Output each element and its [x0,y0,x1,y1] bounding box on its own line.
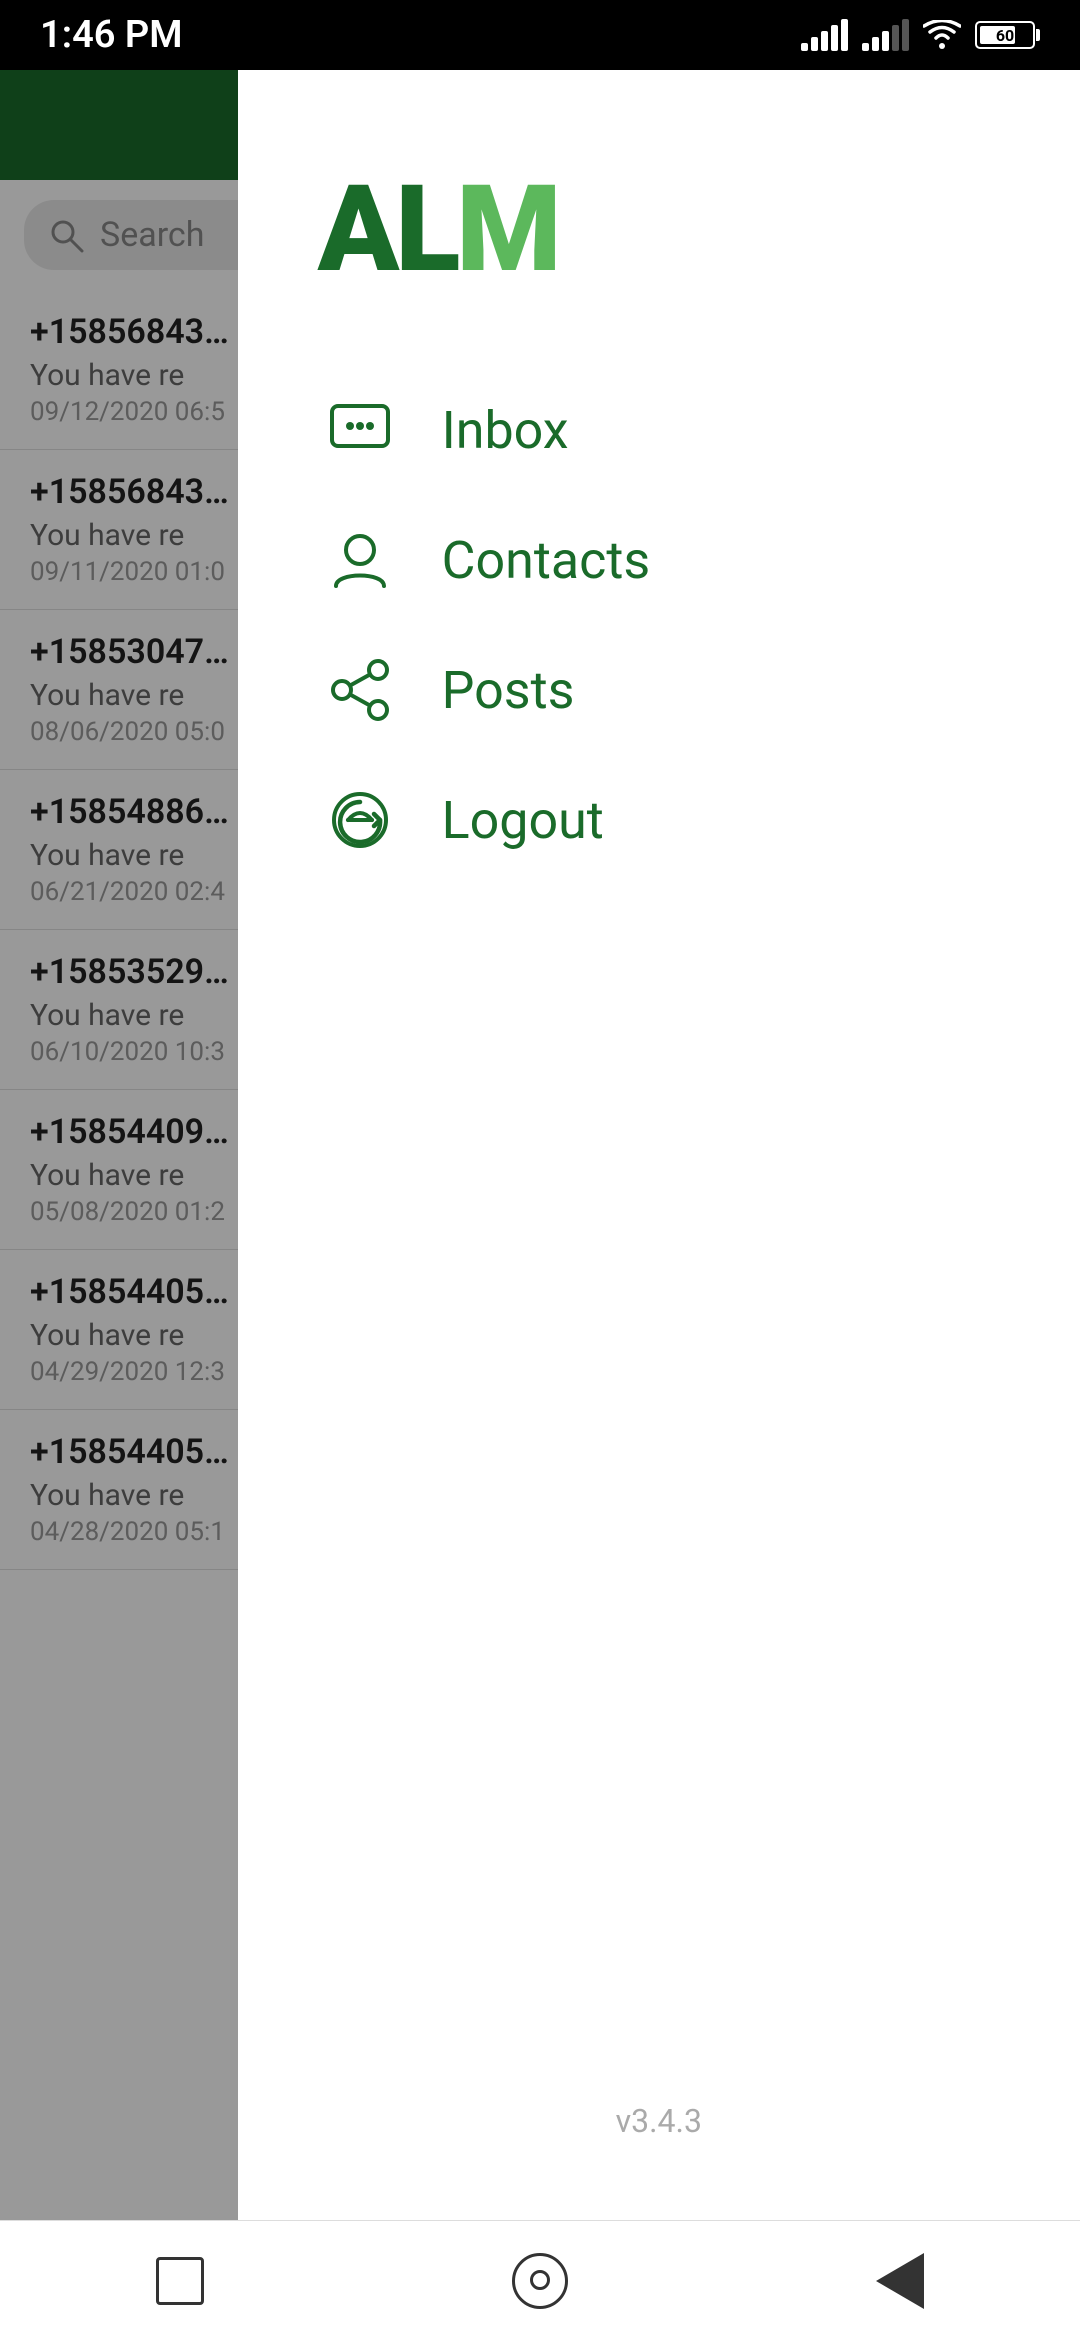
status-bar: 1:46 PM [0,0,1080,70]
sidebar-item-label-posts: Posts [442,660,575,721]
bottom-nav [0,2220,1080,2340]
chat-icon [328,398,392,462]
nav-home-button[interactable] [505,2246,575,2316]
logo-text: ALM [318,170,558,290]
logo-al: AL [318,160,457,300]
sidebar-item-label-logout: Logout [442,790,604,851]
nav-back-button[interactable] [145,2246,215,2316]
sidebar-item-posts[interactable]: Posts [318,630,1020,750]
share-icon [328,658,392,722]
square-icon [156,2257,204,2305]
wifi-icon [923,20,961,50]
nav-drawer: ALM Inbox [238,70,1080,2220]
app-version: v3.4.3 [616,2102,702,2140]
battery-level: 60 [996,26,1014,45]
circle-inner-icon [530,2270,550,2290]
person-icon [328,528,392,592]
triangle-icon [876,2253,924,2309]
sidebar-item-label-contacts: Contacts [442,530,651,591]
signal-icon-1 [801,19,848,51]
status-time: 1:46 PM [40,13,183,57]
menu-items: Inbox Contacts [318,370,1020,880]
app-logo: ALM [318,170,558,290]
status-icons: 60 [801,19,1040,51]
sidebar-item-contacts[interactable]: Contacts [318,500,1020,620]
sidebar-item-inbox[interactable]: Inbox [318,370,1020,490]
logout-icon [328,788,392,852]
app-container: Search +15856843… You have re 09/12/2020… [0,70,1080,2220]
sidebar-item-logout[interactable]: Logout [318,760,1020,880]
nav-recents-button[interactable] [865,2246,935,2316]
logo-m: M [456,160,557,300]
battery-icon: 60 [975,21,1040,49]
signal-icon-2 [862,19,909,51]
circle-icon [512,2253,568,2309]
sidebar-item-label-inbox: Inbox [442,400,569,461]
